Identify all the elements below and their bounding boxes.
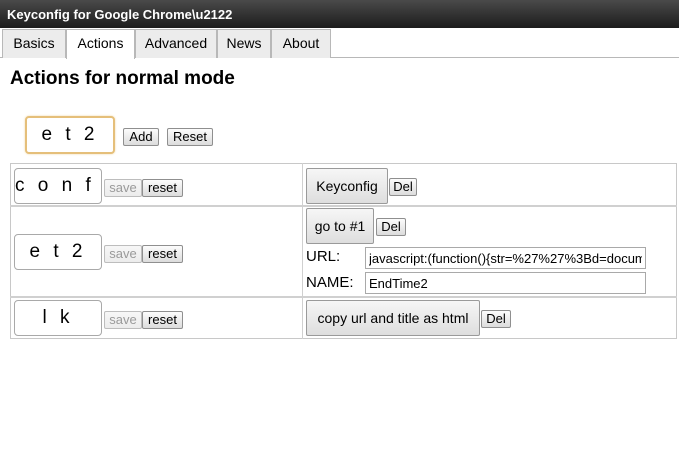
del-button[interactable]: Del [389,178,417,196]
url-input[interactable] [365,247,646,269]
del-button[interactable]: Del [376,218,406,236]
tab-basics[interactable]: Basics [2,29,66,58]
window-title-bar: Keyconfig for Google Chrome\u2122 [0,0,679,28]
del-button[interactable]: Del [481,310,511,328]
row-key-input[interactable] [14,300,102,336]
reset-button[interactable]: Reset [167,128,213,146]
tab-actions[interactable]: Actions [66,29,135,59]
tab-bar: Basics Actions Advanced News About [0,28,679,59]
page-title: Actions for normal mode [10,68,235,89]
reset-button[interactable]: reset [142,311,183,329]
tab-advanced[interactable]: Advanced [135,29,217,58]
row-key-input[interactable] [14,168,102,204]
name-input[interactable] [365,272,646,294]
reset-button[interactable]: reset [142,179,183,197]
url-label: URL: [306,248,341,265]
row-divider [10,205,677,207]
action-button[interactable]: copy url and title as html [306,300,480,336]
save-button[interactable]: save [104,311,142,329]
tab-news[interactable]: News [217,29,271,58]
reset-button[interactable]: reset [142,245,183,263]
row-key-input[interactable] [14,234,102,270]
window-title: Keyconfig for Google Chrome\u2122 [7,7,233,22]
new-key-input[interactable] [25,116,115,154]
tab-about[interactable]: About [271,29,331,58]
action-button[interactable]: Keyconfig [306,168,388,204]
add-button[interactable]: Add [123,128,159,146]
action-button[interactable]: go to #1 [306,208,374,244]
save-button[interactable]: save [104,179,142,197]
name-label: NAME: [306,274,354,291]
save-button[interactable]: save [104,245,142,263]
column-divider [302,163,303,339]
row-divider [10,296,677,298]
